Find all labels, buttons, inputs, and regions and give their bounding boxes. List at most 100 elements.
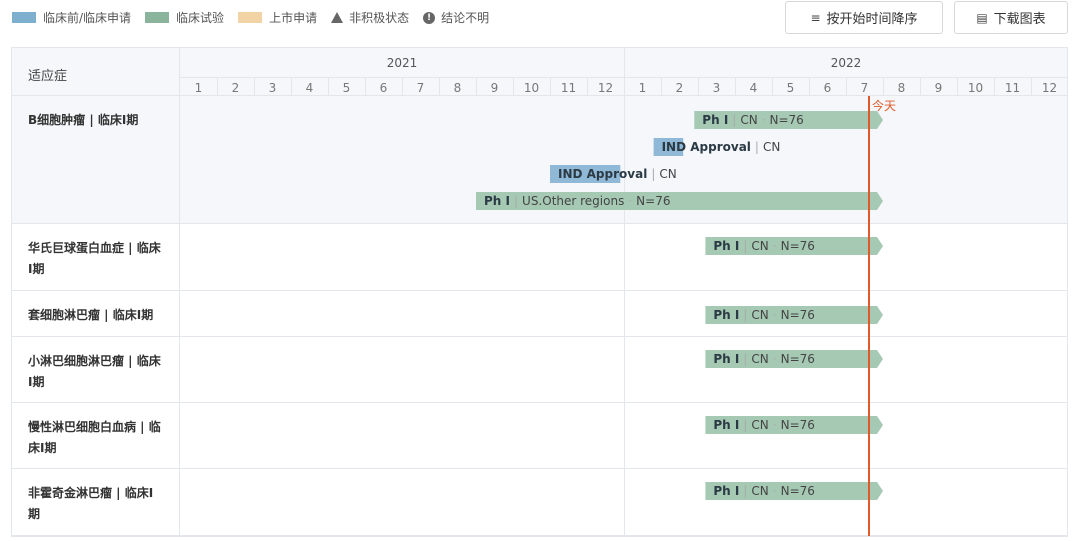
month-label: 9	[491, 81, 499, 95]
bar-label-part: N=76	[781, 308, 815, 322]
ind-approval-bar: IND Approval | CN	[653, 138, 781, 156]
clinical-trial-bar: Ph I | CN · N=76	[705, 350, 883, 368]
legend-item-marketing-application[interactable]: 上市申请	[238, 9, 317, 26]
bar-label-separator: |	[755, 140, 759, 154]
bar-label-part: N=76	[781, 418, 815, 432]
document-icon: ▤	[976, 10, 988, 25]
bar-label-separator: ·	[628, 194, 632, 208]
month-label: 10	[968, 81, 983, 95]
legend-label: 临床前/临床申请	[43, 11, 132, 25]
month-label: 4	[750, 81, 758, 95]
bar-label-separator: |	[743, 239, 747, 253]
bar-label: Ph I | CN · N=76	[702, 113, 804, 127]
bar-label: Ph I | CN · N=76	[713, 308, 815, 322]
legend-item-preclinical[interactable]: 临床前/临床申请	[12, 9, 131, 26]
sort-by-start-time-button[interactable]: ≡ 按开始时间降序	[785, 1, 943, 34]
download-chart-button[interactable]: ▤ 下载图表	[954, 1, 1068, 34]
month-label: 5	[343, 81, 351, 95]
legend: 临床前/临床申请 临床试验 上市申请 非积极状态 ! 结论不明	[12, 9, 503, 26]
bar-label-part: N=76	[781, 239, 815, 253]
triangle-icon	[331, 12, 344, 23]
bar-label-part: Ph I	[702, 113, 728, 127]
legend-item-unclear[interactable]: ! 结论不明	[423, 9, 489, 26]
month-label: 1	[195, 81, 203, 95]
bar-label: Ph I | CN · N=76	[713, 239, 815, 253]
month-label: 12	[598, 81, 613, 95]
bar-label-separator: |	[743, 418, 747, 432]
bar-label-separator: ·	[773, 352, 777, 366]
ind-approval-bar: IND Approval | CN	[550, 165, 677, 183]
bar-label: Ph I | CN · N=76	[713, 418, 815, 432]
bar-label-separator: ·	[773, 418, 777, 432]
bar-label: IND Approval | CN	[662, 140, 781, 154]
month-label: 11	[561, 81, 576, 95]
clinical-trial-bar: Ph I | CN · N=76	[694, 111, 883, 129]
legend-swatch-preclinical	[12, 12, 36, 23]
bar-label: Ph I | CN · N=76	[713, 352, 815, 366]
clinical-trial-bar: Ph I | US.Other regions · N=76	[476, 192, 883, 210]
bar-label-separator: ·	[762, 113, 766, 127]
month-label: 2	[676, 81, 684, 95]
bar-label: Ph I | CN · N=76	[713, 484, 815, 498]
legend-label: 非积极状态	[349, 11, 410, 25]
sort-descending-icon: ≡	[810, 10, 821, 25]
bar-label-part: CN	[751, 239, 768, 253]
bar-label-part: Ph I	[713, 418, 739, 432]
bar-label-separator: ·	[773, 484, 777, 498]
bar-label-part: Ph I	[713, 239, 739, 253]
month-label: 3	[269, 81, 277, 95]
month-label: 10	[524, 81, 539, 95]
bar-label-part: Ph I	[713, 308, 739, 322]
bar-label: IND Approval | CN	[558, 167, 677, 181]
bar-label-separator: |	[743, 308, 747, 322]
clinical-trial-bar: Ph I | CN · N=76	[705, 482, 883, 500]
today-label: 今天	[872, 98, 896, 113]
legend-item-inactive[interactable]: 非积极状态	[331, 9, 409, 26]
bar-label-part: CN	[751, 352, 768, 366]
bar-label-part: CN	[659, 167, 676, 181]
bar-label-separator: |	[743, 484, 747, 498]
legend-label: 上市申请	[269, 11, 318, 25]
bar-label-part: N=76	[781, 352, 815, 366]
month-label: 2	[232, 81, 240, 95]
legend-item-clinical-trial[interactable]: 临床试验	[145, 9, 224, 26]
gantt-table: 适应症 B细胞肿瘤 | 临床I期 华氏巨球蛋白血症 | 临床I期 套细胞淋巴瘤 | …	[11, 47, 1068, 537]
month-label: 6	[380, 81, 388, 95]
bar-label-part: N=76	[636, 194, 670, 208]
bar-label-part: Ph I	[713, 352, 739, 366]
bar-label-part: CN	[751, 484, 768, 498]
bar-label-part: IND Approval	[662, 140, 751, 154]
bar-label-part: US.Other regions	[522, 194, 624, 208]
bar-label-separator: |	[743, 352, 747, 366]
clinical-trial-bar: Ph I | CN · N=76	[705, 416, 883, 434]
toolbar: 临床前/临床申请 临床试验 上市申请 非积极状态 ! 结论不明 ≡ 按开始时间降…	[0, 0, 1080, 40]
exclamation-icon: !	[423, 11, 436, 24]
month-label: 7	[417, 81, 425, 95]
legend-label: 临床试验	[176, 11, 225, 25]
month-label: 1	[639, 81, 647, 95]
year-label: 2021	[387, 56, 418, 70]
bar-label-separator: |	[514, 194, 518, 208]
download-button-label: 下载图表	[993, 12, 1046, 27]
bar-label-separator: ·	[773, 308, 777, 322]
clinical-trial-bar: Ph I | CN · N=76	[705, 237, 883, 255]
bar-label-part: CN	[740, 113, 757, 127]
bar-label-separator: |	[732, 113, 736, 127]
bar-label-part: Ph I	[713, 484, 739, 498]
month-label: 5	[787, 81, 795, 95]
month-label: 9	[935, 81, 943, 95]
bar-label-part: CN	[751, 308, 768, 322]
bar-label-part: N=76	[781, 484, 815, 498]
bar-label-separator: ·	[773, 239, 777, 253]
year-label: 2022	[831, 56, 862, 70]
month-label: 12	[1042, 81, 1057, 95]
bar-label-part: IND Approval	[558, 167, 647, 181]
clinical-trial-bar: Ph I | CN · N=76	[705, 306, 883, 324]
bar-label-separator: |	[651, 167, 655, 181]
month-label: 11	[1005, 81, 1020, 95]
month-label: 8	[454, 81, 462, 95]
month-label: 8	[898, 81, 906, 95]
month-label: 3	[713, 81, 721, 95]
legend-swatch-clinical-trial	[145, 12, 170, 23]
bar-label-part: CN	[751, 418, 768, 432]
